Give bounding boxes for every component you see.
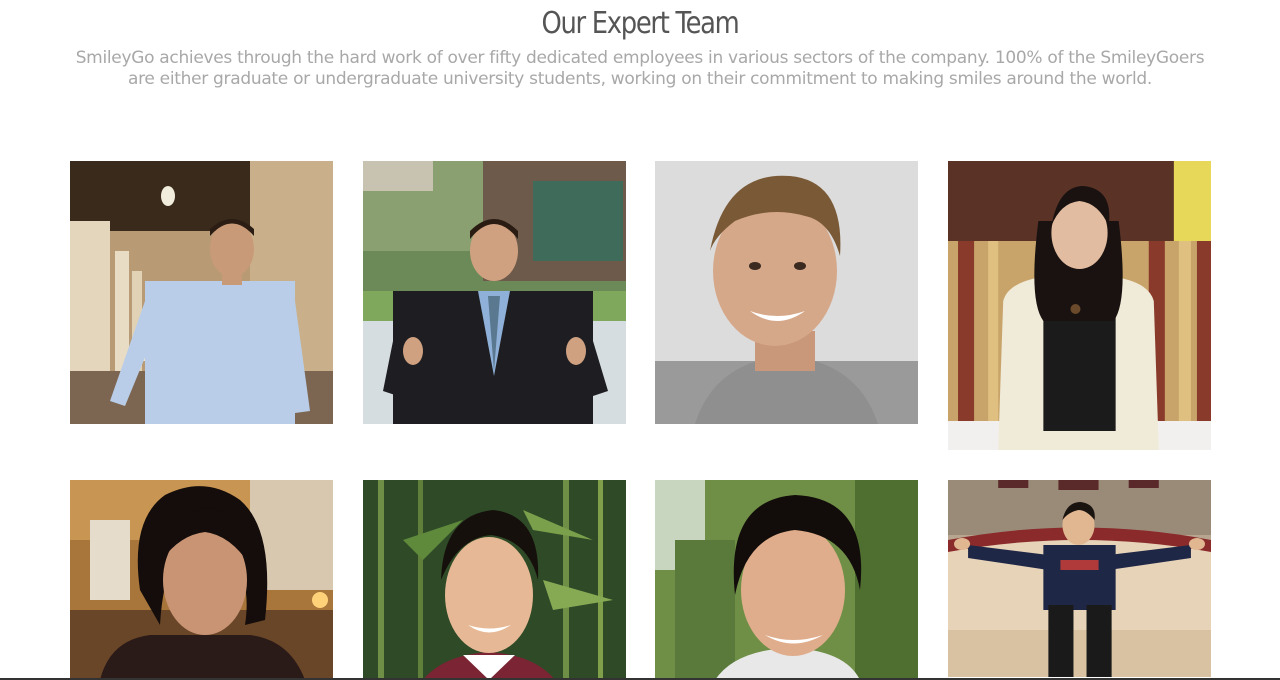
team-member-card[interactable] [363, 161, 626, 424]
photo-white-wall [655, 161, 918, 424]
team-photo-4[interactable] [948, 161, 1211, 450]
team-member-card[interactable] [948, 161, 1211, 450]
photo-trees [655, 480, 918, 680]
photo-lounge-sofa [948, 480, 1211, 677]
team-member-card[interactable] [363, 480, 626, 680]
team-photo-2[interactable] [363, 161, 626, 424]
team-section: Our Expert Team SmileyGo achieves throug… [0, 0, 1280, 680]
photo-bamboo [363, 480, 626, 680]
team-photo-1[interactable] [70, 161, 333, 424]
team-member-card[interactable] [70, 480, 333, 680]
section-description: SmileyGo achieves through the hard work … [75, 48, 1205, 89]
team-photo-8[interactable] [948, 480, 1211, 677]
photo-campus-building [363, 161, 626, 424]
photo-striped-booth [948, 161, 1211, 450]
photo-restaurant [70, 480, 333, 680]
section-title: Our Expert Team [541, 6, 739, 41]
team-photo-3[interactable] [655, 161, 918, 424]
team-member-card[interactable] [948, 480, 1211, 677]
team-member-card[interactable] [655, 161, 918, 424]
team-photo-5[interactable] [70, 480, 333, 680]
team-photo-7[interactable] [655, 480, 918, 680]
team-photo-6[interactable] [363, 480, 626, 680]
team-member-card[interactable] [655, 480, 918, 680]
photo-arcade-corridor [70, 161, 333, 424]
team-member-card[interactable] [70, 161, 333, 424]
